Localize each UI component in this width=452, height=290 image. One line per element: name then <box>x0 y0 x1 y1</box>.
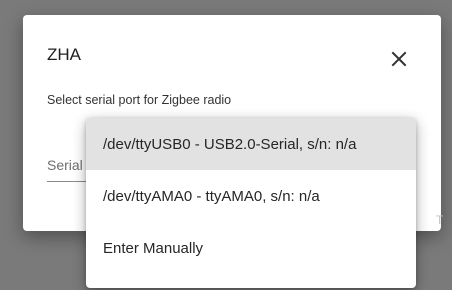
menu-item-label: /dev/ttyUSB0 - USB2.0-Serial, s/n: n/a <box>103 135 357 153</box>
menu-item-ttyama0[interactable]: /dev/ttyAMA0 - ttyAMA0, s/n: n/a <box>86 170 416 222</box>
menu-item-ttyusb0[interactable]: /dev/ttyUSB0 - USB2.0-Serial, s/n: n/a <box>86 118 416 170</box>
close-button[interactable] <box>385 45 413 73</box>
serial-port-menu: /dev/ttyUSB0 - USB2.0-Serial, s/n: n/a /… <box>86 118 416 288</box>
dialog-title: ZHA <box>47 45 81 64</box>
menu-item-enter-manually[interactable]: Enter Manually <box>86 222 416 274</box>
select-label: Serial <box>47 157 83 173</box>
menu-item-label: Enter Manually <box>103 239 204 257</box>
dialog-action-button[interactable]: T <box>436 213 444 227</box>
menu-item-label: /dev/ttyAMA0 - ttyAMA0, s/n: n/a <box>103 187 320 205</box>
close-icon <box>391 51 407 67</box>
dialog-description: Select serial port for Zigbee radio <box>47 93 232 107</box>
